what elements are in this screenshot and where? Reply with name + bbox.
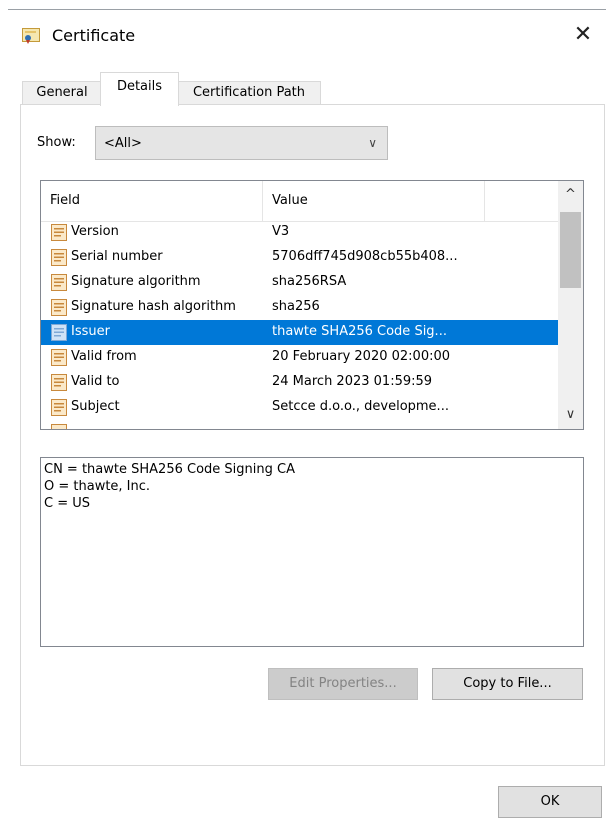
- certificate-field-icon: [51, 349, 67, 366]
- field-list[interactable]: Field Value Version V3 Serial number 570…: [40, 180, 584, 430]
- detail-line: O = thawte, Inc.: [44, 479, 151, 494]
- list-row-issuer[interactable]: Issuer thawte SHA256 Code Sig...: [41, 320, 559, 345]
- row-value: Setcce d.o.o., developme...: [272, 399, 449, 414]
- list-row-valid-to[interactable]: Valid to 24 March 2023 01:59:59: [41, 370, 559, 395]
- edit-properties-button[interactable]: Edit Properties...: [268, 668, 418, 700]
- list-row-partial[interactable]: [41, 420, 559, 429]
- show-dropdown[interactable]: <All> ∨: [95, 126, 388, 160]
- show-label: Show:: [37, 135, 76, 150]
- row-field: Signature hash algorithm: [71, 299, 236, 314]
- row-value: thawte SHA256 Code Sig...: [272, 324, 447, 339]
- scrollbar-thumb[interactable]: [560, 212, 581, 288]
- tab-details[interactable]: Details: [100, 72, 179, 106]
- row-value: 24 March 2023 01:59:59: [272, 374, 433, 389]
- tab-general-label: General: [36, 85, 88, 100]
- certificate-field-icon: [51, 249, 67, 266]
- column-header-field[interactable]: Field: [41, 181, 263, 221]
- column-header-value[interactable]: Value: [263, 181, 485, 221]
- row-field: Signature algorithm: [71, 274, 201, 289]
- certificate-icon: [22, 28, 40, 44]
- show-dropdown-value: <All>: [104, 136, 142, 151]
- list-row-version[interactable]: Version V3: [41, 220, 559, 245]
- row-field: Issuer: [71, 324, 110, 339]
- row-value: 5706dff745d908cb55b408...: [272, 249, 458, 264]
- field-detail-box[interactable]: CN = thawte SHA256 Code Signing CA O = t…: [40, 457, 584, 647]
- list-row-signature-algorithm[interactable]: Signature algorithm sha256RSA: [41, 270, 559, 295]
- scroll-down-icon[interactable]: ∨: [558, 401, 583, 429]
- close-button[interactable]: ✕: [568, 20, 598, 50]
- certificate-field-icon: [51, 274, 67, 291]
- list-header: Field Value: [41, 181, 559, 222]
- row-value: V3: [272, 224, 290, 239]
- window-title: Certificate: [52, 26, 136, 45]
- chevron-down-icon: ∨: [368, 136, 377, 150]
- list-row-serial-number[interactable]: Serial number 5706dff745d908cb55b408...: [41, 245, 559, 270]
- copy-to-file-button[interactable]: Copy to File...: [432, 668, 583, 700]
- tab-certification-path-label: Certification Path: [192, 85, 306, 100]
- vertical-scrollbar[interactable]: ^ ∨: [558, 181, 583, 429]
- row-value: sha256: [272, 299, 320, 314]
- row-field: Valid from: [71, 349, 137, 364]
- certificate-field-icon: [51, 324, 67, 341]
- certificate-field-icon: [51, 299, 67, 316]
- certificate-field-icon: [51, 224, 67, 241]
- row-field: Version: [71, 224, 119, 239]
- list-row-valid-from[interactable]: Valid from 20 February 2020 02:00:00: [41, 345, 559, 370]
- certificate-field-icon: [51, 424, 67, 429]
- detail-line: C = US: [44, 496, 91, 511]
- tab-general[interactable]: General: [22, 81, 102, 105]
- certificate-field-icon: [51, 374, 67, 391]
- ok-button[interactable]: OK: [498, 786, 602, 818]
- list-row-subject[interactable]: Subject Setcce d.o.o., developme...: [41, 395, 559, 420]
- certificate-dialog: Certificate ✕ General Details Certificat…: [0, 0, 606, 821]
- detail-line: CN = thawte SHA256 Code Signing CA: [44, 462, 295, 477]
- close-icon: ✕: [573, 22, 593, 47]
- row-value: sha256RSA: [272, 274, 347, 289]
- title-bar[interactable]: Certificate ✕: [8, 10, 606, 62]
- row-field: Serial number: [71, 249, 163, 264]
- row-value: 20 February 2020 02:00:00: [272, 349, 451, 364]
- row-field: Valid to: [71, 374, 120, 389]
- row-field: Subject: [71, 399, 120, 414]
- scroll-up-icon[interactable]: ^: [558, 181, 583, 209]
- tab-certification-path[interactable]: Certification Path: [177, 81, 321, 105]
- tab-details-label: Details: [116, 79, 163, 94]
- list-row-signature-hash-algorithm[interactable]: Signature hash algorithm sha256: [41, 295, 559, 320]
- certificate-field-icon: [51, 399, 67, 416]
